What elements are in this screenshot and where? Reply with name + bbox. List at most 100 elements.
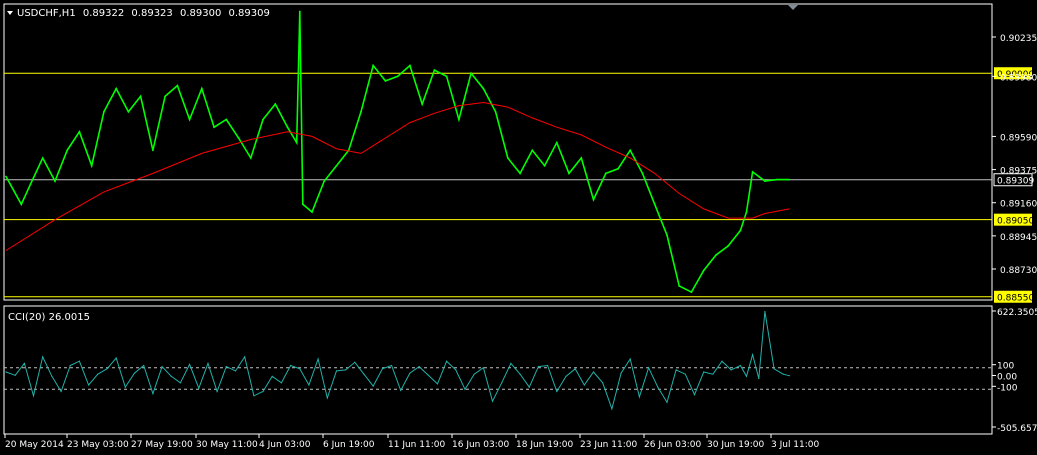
price-point <box>311 211 313 213</box>
cci-point <box>244 356 246 358</box>
close-value: 0.89309 <box>229 8 270 19</box>
time-tick-label-7: 16 Jun 03:00 <box>452 440 509 450</box>
cci-point <box>418 366 420 368</box>
time-tick-label-11: 30 Jun 19:00 <box>707 440 764 450</box>
price-point <box>213 126 215 129</box>
cci-point <box>317 358 319 360</box>
price-point <box>629 149 632 152</box>
cci-point <box>752 354 754 356</box>
cci-point <box>464 388 466 390</box>
price-point <box>295 141 298 144</box>
cci-point <box>115 357 117 359</box>
cci-tick-label-2: 0.00 <box>997 373 1017 383</box>
cci-point <box>207 362 209 364</box>
chart-area[interactable]: 0.900000.890500.885500.893090.902350.899… <box>0 0 1037 455</box>
level-label-2: 0.88550 <box>997 294 1034 304</box>
chart-header: USDCHF,H1 0.89322 0.89323 0.89300 0.8930… <box>17 8 270 19</box>
cci-point <box>280 382 282 384</box>
time-tick-label-6: 11 Jun 11:00 <box>388 440 445 450</box>
cci-point <box>693 394 696 396</box>
cci-point <box>106 368 108 370</box>
cci-point <box>773 368 775 370</box>
price-tick-label-5: 0.88945 <box>1000 233 1037 243</box>
time-tick-label-5: 6 Jun 19:00 <box>323 440 375 450</box>
price-point <box>409 64 411 67</box>
cci-level-lines <box>4 367 992 390</box>
price-point <box>776 178 779 181</box>
price-point <box>237 137 240 139</box>
price-point <box>666 234 668 236</box>
price-point <box>421 103 424 105</box>
time-tick-label-4: 4 Jun 03:00 <box>259 440 311 450</box>
cci-point <box>782 373 784 375</box>
cci-point <box>764 310 766 313</box>
price-point <box>164 95 167 98</box>
cci-tick-label-0: 622.3505 <box>997 308 1037 318</box>
price-point <box>543 164 546 167</box>
price-point <box>200 87 203 90</box>
price-point <box>690 291 693 294</box>
cci-axis[interactable]: 622.3505 1000.00-100 -505.6573 <box>992 308 1037 434</box>
cci-point <box>788 375 790 377</box>
price-point <box>360 110 362 113</box>
cci-point <box>372 385 374 387</box>
price-point <box>457 118 460 121</box>
price-point <box>29 183 32 186</box>
price-point <box>788 178 791 181</box>
price-point <box>531 149 534 152</box>
price-tick-label-1: 0.89980 <box>1000 73 1037 83</box>
time-tick-label-0: 20 May 2014 <box>5 440 64 450</box>
low-value: 0.89300 <box>180 8 221 19</box>
cci-point <box>88 384 90 386</box>
price-point <box>739 229 742 232</box>
cci-point <box>638 396 641 398</box>
cci-tick-label-4: -505.6573 <box>997 424 1037 434</box>
cci-point <box>574 368 576 370</box>
cci-point <box>501 382 503 384</box>
price-point <box>727 244 730 247</box>
menu-triangle-icon[interactable] <box>7 11 13 15</box>
time-tick-label-12: 3 Jul 11:00 <box>771 440 820 450</box>
price-point <box>519 172 521 175</box>
price-point <box>139 95 142 98</box>
cci-point <box>537 366 540 368</box>
price-point <box>445 75 448 78</box>
price-point <box>286 126 289 129</box>
price-point <box>757 175 760 178</box>
time-axis[interactable]: 20 May 2014 23 May 03:00 27 May 19:00 30 Ma… <box>4 434 820 450</box>
cci-point <box>455 369 457 371</box>
price-point <box>262 118 264 121</box>
price-level-lines <box>4 72 992 298</box>
price-point <box>188 118 191 121</box>
price-point <box>678 285 681 287</box>
cci-point <box>583 384 585 386</box>
cci-point <box>436 383 439 385</box>
cci-point <box>400 389 402 391</box>
cci-point <box>225 366 227 368</box>
price-line <box>5 11 790 294</box>
cci-point <box>390 364 393 367</box>
price-point <box>323 180 326 183</box>
price-point <box>592 198 595 201</box>
price-point <box>66 149 69 152</box>
price-point <box>482 87 485 90</box>
price-point <box>641 172 644 175</box>
price-point <box>103 110 105 113</box>
cci-point <box>363 373 365 375</box>
cci-point <box>198 387 200 389</box>
price-point <box>745 211 748 213</box>
cci-point <box>179 382 182 384</box>
shift-marker-icon[interactable] <box>788 5 798 10</box>
cci-point <box>152 393 154 395</box>
price-point <box>20 203 23 206</box>
main-pane-frame <box>3 3 993 301</box>
price-point <box>115 87 118 90</box>
price-axis[interactable]: 0.900000.890500.885500.893090.902350.899… <box>992 34 1037 304</box>
price-tick-label-3: 0.89375 <box>1000 167 1037 177</box>
cci-point <box>620 372 622 374</box>
price-point <box>127 110 130 113</box>
price-point <box>151 149 154 152</box>
cci-point <box>289 364 292 367</box>
high-value: 0.89323 <box>131 8 172 19</box>
cci-point <box>611 408 613 410</box>
